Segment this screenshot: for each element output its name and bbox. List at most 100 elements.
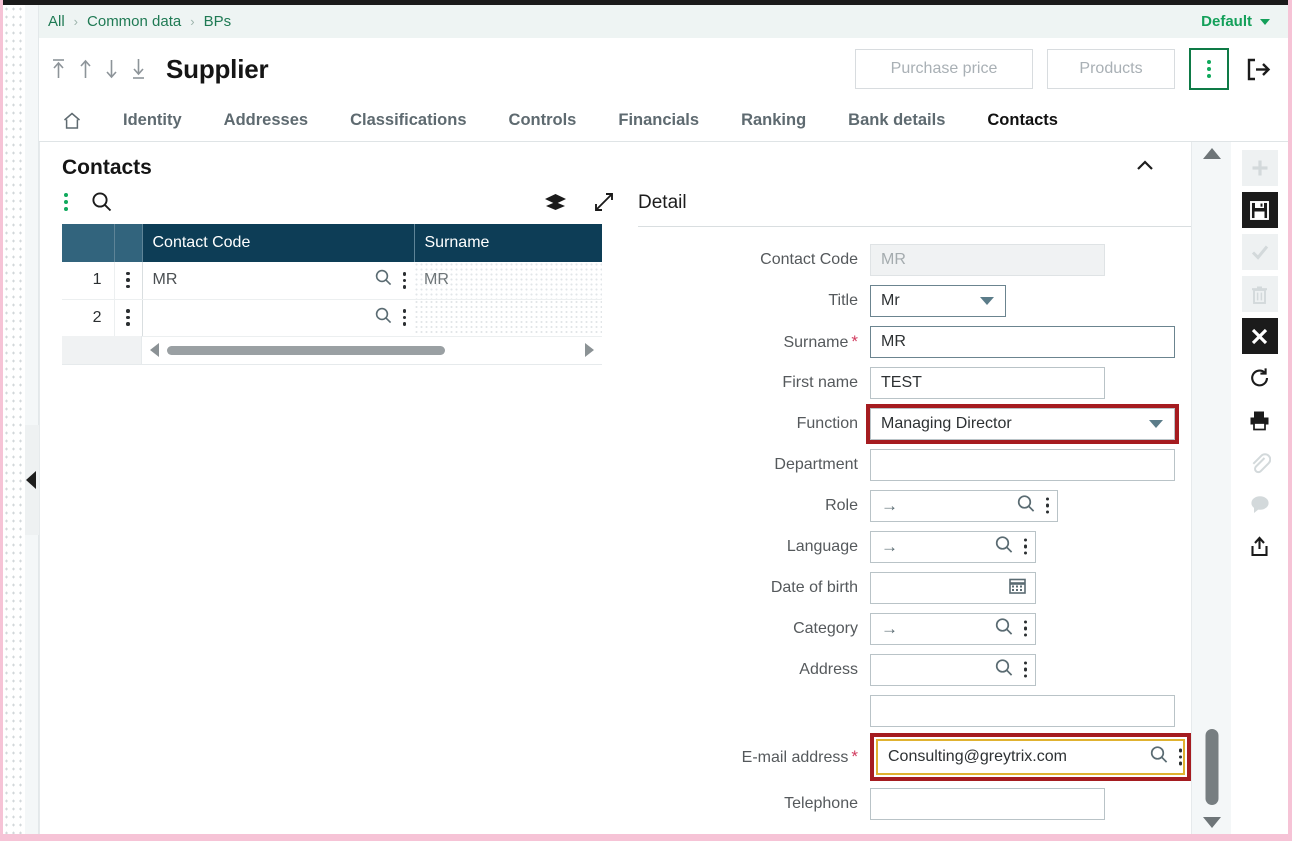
cell-search-icon[interactable] (374, 306, 393, 330)
telephone-input[interactable] (870, 787, 1105, 820)
department-input[interactable] (870, 448, 1175, 481)
left-panel-collapse-handle[interactable] (25, 425, 39, 535)
field-kebab-icon[interactable] (1045, 497, 1049, 514)
environment-selector[interactable]: Default (1201, 13, 1288, 30)
cell-kebab-icon[interactable] (402, 272, 406, 289)
last-arrow-icon[interactable] (129, 56, 148, 82)
lookup-search-icon[interactable] (994, 657, 1014, 682)
comment-icon[interactable] (1242, 486, 1278, 522)
breadcrumb-item-bps[interactable]: BPs (204, 13, 232, 30)
confirm-check-icon[interactable] (1241, 234, 1278, 270)
exit-icon[interactable] (1245, 56, 1272, 83)
calendar-icon[interactable] (1008, 576, 1027, 600)
page-vertical-scrollbar[interactable] (1191, 142, 1231, 834)
cell-surname[interactable]: MR (414, 262, 602, 300)
field-kebab-icon[interactable] (1023, 661, 1027, 678)
next-arrow-icon[interactable] (103, 56, 120, 82)
cell-surname[interactable] (414, 299, 602, 337)
lookup-search-icon[interactable] (994, 616, 1014, 641)
row-number: 2 (62, 299, 115, 337)
delete-trash-icon[interactable] (1241, 276, 1278, 312)
field-kebab-icon[interactable] (1023, 538, 1027, 555)
first-arrow-icon[interactable] (49, 56, 68, 82)
row-kebab-icon (126, 271, 130, 289)
lookup-search-icon[interactable] (1016, 493, 1036, 518)
column-contact-code[interactable]: Contact Code (142, 224, 415, 262)
column-surname[interactable]: Surname (414, 224, 602, 262)
scrollbar-track[interactable] (142, 343, 602, 357)
tab-addresses[interactable]: Addresses (224, 111, 308, 130)
products-button[interactable]: Products (1047, 49, 1175, 89)
more-actions-button[interactable] (1189, 48, 1229, 90)
category-input[interactable]: → (870, 612, 1036, 645)
go-to-arrow-icon[interactable]: → (881, 620, 898, 637)
field-kebab-icon[interactable] (1023, 620, 1027, 637)
page-header: Supplier Purchase price Products (39, 38, 1288, 100)
cell-search-icon[interactable] (374, 268, 393, 292)
control-telephone (870, 787, 1105, 820)
cell-contact-code[interactable] (142, 299, 414, 337)
label-department: Department (774, 455, 858, 473)
grid-horizontal-scrollbar[interactable] (62, 336, 602, 365)
layers-icon[interactable] (543, 191, 568, 213)
row-menu-button[interactable] (114, 299, 143, 337)
refresh-icon[interactable] (1242, 360, 1278, 396)
tab-financials[interactable]: Financials (618, 111, 699, 130)
add-icon[interactable] (1241, 150, 1278, 186)
role-input[interactable]: → (870, 489, 1058, 522)
field-row-email-address: E-mail address * Consulting@greytrix.com (638, 731, 1191, 783)
print-icon[interactable] (1242, 402, 1278, 438)
address-input[interactable] (870, 653, 1036, 686)
vertical-scrollbar-track[interactable] (1192, 159, 1231, 817)
field-kebab-icon[interactable] (1178, 748, 1182, 766)
close-x-icon[interactable] (1241, 318, 1278, 354)
extra-input[interactable] (870, 694, 1175, 727)
first-name-input[interactable]: TEST (870, 366, 1105, 399)
title-select[interactable]: Mr (870, 284, 1006, 317)
date-of-birth-input[interactable] (870, 571, 1036, 604)
scroll-right-arrow-icon[interactable] (585, 343, 594, 357)
share-export-icon[interactable] (1242, 528, 1278, 564)
table-row[interactable]: 2 (62, 299, 602, 337)
save-icon[interactable] (1241, 192, 1278, 228)
table-row[interactable]: 1 MR MR (62, 262, 602, 300)
scroll-left-arrow-icon[interactable] (150, 343, 159, 357)
surname-input[interactable]: MR (870, 325, 1175, 358)
language-input[interactable]: → (870, 530, 1036, 563)
vertical-scrollbar-thumb[interactable] (1205, 729, 1218, 805)
lookup-search-icon[interactable] (1149, 745, 1169, 770)
email-highlight-outer: Consulting@greytrix.com (870, 733, 1191, 781)
lookup-search-icon[interactable] (994, 534, 1014, 559)
label-address: Address (799, 660, 858, 678)
cell-kebab-icon[interactable] (402, 309, 406, 326)
go-to-arrow-icon[interactable]: → (881, 538, 898, 555)
tab-ranking[interactable]: Ranking (741, 111, 806, 130)
expand-icon[interactable] (592, 190, 616, 214)
purchase-price-button[interactable]: Purchase price (855, 49, 1033, 89)
tab-home[interactable] (61, 110, 83, 132)
grid-menu-icon[interactable] (64, 193, 68, 211)
chevron-up-icon[interactable] (1133, 158, 1169, 179)
date-actions (1008, 576, 1027, 600)
scroll-up-arrow-icon[interactable] (1202, 148, 1221, 159)
column-row-number (62, 224, 115, 262)
tab-classifications[interactable]: Classifications (350, 111, 466, 130)
previous-arrow-icon[interactable] (77, 56, 94, 82)
attachment-icon[interactable] (1242, 444, 1278, 480)
control-address (870, 653, 1036, 686)
tab-controls[interactable]: Controls (509, 111, 577, 130)
cell-contact-code[interactable]: MR (142, 262, 414, 300)
search-icon[interactable] (90, 190, 114, 214)
tab-bank-details[interactable]: Bank details (848, 111, 945, 130)
scrollbar-thumb[interactable] (167, 345, 445, 355)
breadcrumb-item-common-data[interactable]: Common data (87, 13, 181, 30)
tab-contacts[interactable]: Contacts (987, 111, 1058, 151)
row-menu-button[interactable] (114, 262, 143, 300)
breadcrumb-item-all[interactable]: All (48, 13, 65, 30)
function-select[interactable]: Managing Director (866, 403, 1179, 444)
tab-identity[interactable]: Identity (123, 111, 182, 130)
cell-actions (374, 306, 406, 330)
email-address-input[interactable]: Consulting@greytrix.com (878, 741, 1183, 773)
scroll-down-arrow-icon[interactable] (1202, 817, 1221, 828)
go-to-arrow-icon[interactable]: → (881, 497, 898, 514)
